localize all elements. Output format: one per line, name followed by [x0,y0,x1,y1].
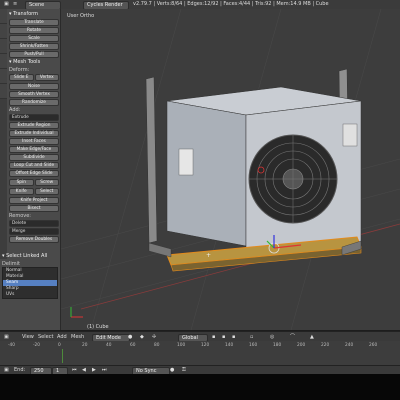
shelf-tab[interactable] [0,84,7,99]
slide-edge-button[interactable]: Slide E [9,74,34,81]
timeline-tick: -20 [33,343,41,348]
left-bracket [145,76,158,244]
subdivide-button[interactable]: Subdivide [9,154,59,161]
offset-edge-slide-button[interactable]: Offset Edge Slide [9,170,59,177]
make-edge-face-button[interactable]: Make Edge/Face [9,146,59,153]
tool-shelf-tabs [0,9,7,259]
axis-gizmo [70,307,83,318]
view-label: User Ortho [67,13,95,19]
editor-type-icon[interactable]: ▣ [4,334,9,340]
knife-project-button[interactable]: Knife Project [9,197,59,204]
screw-button[interactable]: Screw [34,179,59,186]
add-label: Add: [9,107,21,113]
timeline-tick: 160 [249,343,258,348]
bisect-button[interactable]: Bisect [9,205,59,212]
loop-cut-slide-button[interactable]: Loop Cut and Slide [9,162,59,169]
smooth-vertex-button[interactable]: Smooth Vertex [9,91,59,98]
shading-icon[interactable]: ● [128,334,132,340]
extrude-dropdown[interactable]: Extrude [9,114,59,121]
extrude-individual-button[interactable]: Extrude Individual [9,130,59,137]
tool-list: Transform Translate Rotate Scale Shrink/… [9,11,59,244]
spin-button[interactable]: Spin [9,179,34,186]
scale-button[interactable]: Scale [9,35,59,42]
merge-dropdown[interactable]: Merge [9,228,59,235]
extrude-region-button[interactable]: Extrude Region [9,122,59,129]
keying-set-icon[interactable]: ⚿ [182,367,186,374]
timeline-tick: 240 [345,343,354,348]
randomize-button[interactable]: Randomize [9,99,59,106]
3d-viewport[interactable]: + User Ortho (1) Cube [61,9,400,330]
timeline-tick: 60 [130,343,136,348]
shelf-tab[interactable] [0,54,7,69]
delete-dropdown[interactable]: Delete [9,220,59,227]
vertex-button[interactable]: Vertex [34,74,59,81]
shelf-tab[interactable] [0,9,7,24]
translate-button[interactable]: Translate [9,19,59,26]
timeline-tick: 180 [273,343,282,348]
timeline-tick: 20 [82,343,88,348]
shelf-tab[interactable] [0,39,7,54]
sticker [178,148,194,176]
proportional-edit-icon[interactable]: ◎ [270,334,274,340]
timeline[interactable]: -40 -20 0 20 40 60 80 100 120 140 160 18… [0,341,400,365]
shelf-tab[interactable] [0,69,7,84]
timeline-tick: 40 [106,343,112,348]
knife-select-button[interactable]: Select [34,188,59,195]
scene-stats: v2.79.7 | Verts:8/64 | Edges:12/92 | Fac… [133,1,329,7]
editor-type-icon[interactable]: ▣ [4,367,9,374]
select-linked-panel: Select Linked All Delimit Normal Materia… [2,253,58,299]
svg-text:+: + [206,252,211,259]
menu-icon[interactable]: ≡ [13,1,17,8]
play-icon[interactable]: ▶ [92,367,96,374]
snap-icon[interactable]: ⌒ [290,334,295,340]
shelf-tab[interactable] [0,24,7,39]
timeline-tick: 0 [58,343,61,348]
select-menu[interactable]: Select [38,334,53,340]
occlude-icon[interactable]: ▫ [250,334,253,340]
object-label: (1) Cube [87,324,109,330]
add-menu[interactable]: Add [57,334,67,340]
face-select-icon[interactable]: ▪ [232,334,235,340]
knife-button[interactable]: Knife [9,188,34,195]
pivot-icon[interactable]: ◆ [140,334,144,340]
push-pull-button[interactable]: Push/Pull [9,51,59,58]
record-icon[interactable]: ● [170,367,174,374]
delimit-uvs[interactable]: UVs [3,292,57,298]
manipulator-icon[interactable]: ✢ [152,334,156,340]
view-menu[interactable]: View [22,334,34,340]
timeline-tick: 260 [369,343,378,348]
timeline-tick: 140 [225,343,234,348]
tool-shelf: Transform Translate Rotate Scale Shrink/… [0,9,61,330]
scene-render: + [61,9,400,330]
mesh-tools-header[interactable]: Mesh Tools [9,59,59,66]
video-letterbox [0,374,400,400]
remove-label: Remove: [9,213,31,219]
sticker [342,123,358,147]
jump-end-icon[interactable]: ⏭ [102,367,107,374]
remove-doubles-button[interactable]: Remove Doubles [9,236,59,243]
timeline-tick: 120 [201,343,210,348]
timeline-tick: 100 [177,343,186,348]
jump-start-icon[interactable]: ⏮ [72,367,77,374]
rotate-button[interactable]: Rotate [9,27,59,34]
timeline-tick: 200 [297,343,306,348]
inset-faces-button[interactable]: Inset Faces [9,138,59,145]
timeline-tick: 220 [321,343,330,348]
timeline-tick: -40 [8,343,16,348]
transform-header[interactable]: Transform [9,11,59,18]
current-frame-line[interactable] [62,349,63,363]
mesh-menu[interactable]: Mesh [71,334,84,340]
select-linked-header[interactable]: Select Linked All [2,253,58,260]
timeline-end-label: End: [14,367,26,373]
delimit-options: Normal Material Seam Sharp UVs [2,267,58,299]
render-icon[interactable]: ▲ [310,334,314,340]
editor-type-icon[interactable]: ▣ [4,1,9,8]
shrink-fatten-button[interactable]: Shrink/Fatten [9,43,59,50]
vertex-select-icon[interactable]: ▪ [212,334,215,340]
edge-select-icon[interactable]: ▪ [222,334,225,340]
noise-button[interactable]: Noise [9,83,59,90]
play-reverse-icon[interactable]: ◀ [82,367,86,374]
timeline-tick: 80 [154,343,160,348]
